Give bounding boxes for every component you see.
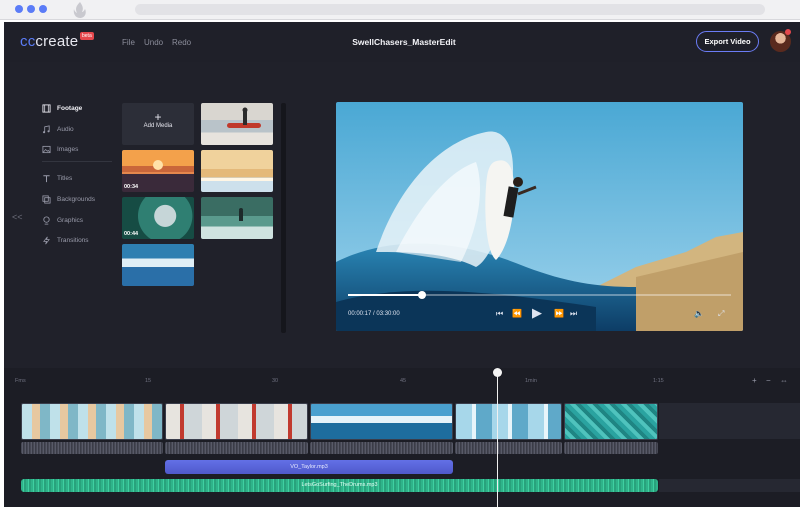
video-clip[interactable] [455, 403, 562, 440]
music-audio-clip[interactable]: LetsGoSurfing_TheDrums.mp3 [21, 479, 658, 492]
video-preview[interactable]: 00:00:17 / 03:30:00 ⏮ ⏪ ▶ ⏩ ⏭ 🔈 ⤢ [336, 102, 743, 331]
fullscreen-icon[interactable]: ⤢ [718, 309, 724, 319]
clip-audio-waveform[interactable] [564, 442, 658, 454]
fit-timeline-button[interactable]: ⇔ [780, 376, 788, 385]
notification-dot [785, 29, 791, 35]
sidebar-item-transitions[interactable]: Transitions [42, 233, 89, 247]
window-dot-icon[interactable] [39, 5, 47, 13]
playhead-handle[interactable] [493, 368, 502, 377]
playhead-line[interactable] [497, 370, 498, 507]
sidebar-item-label: Images [57, 145, 79, 153]
browser-chrome [0, 0, 800, 20]
add-media-button[interactable]: + Add Media [122, 103, 194, 145]
menu-redo[interactable]: Redo [172, 38, 191, 47]
sidebar-item-label: Footage [57, 104, 83, 112]
sidebar-item-label: Audio [57, 125, 74, 133]
clip-duration: 00:34 [124, 184, 139, 190]
ruler-label: 1:15 [653, 378, 664, 384]
media-thumbnail[interactable]: 00:44 [122, 197, 194, 239]
surfing-preview-image [336, 102, 743, 331]
ruler-label: 30 [272, 378, 279, 384]
text-icon [43, 174, 50, 182]
add-media-label: Add Media [143, 123, 173, 129]
media-thumbnail[interactable]: 00:34 [122, 150, 194, 192]
volume-icon[interactable]: 🔈 [694, 309, 704, 318]
zoom-in-button[interactable]: + [752, 376, 757, 385]
rewind-icon[interactable]: ⏪ [512, 309, 522, 318]
skip-forward-icon[interactable]: ⏭ [570, 309, 577, 319]
sidebar-item-label: Titles [57, 174, 73, 182]
window-dot-icon[interactable] [27, 5, 35, 13]
editor-app: cccreate beta File Undo Redo SwellChaser… [4, 22, 800, 507]
address-bar[interactable] [135, 4, 765, 15]
video-clip[interactable] [165, 403, 308, 440]
fast-forward-icon[interactable]: ⏩ [554, 309, 564, 318]
logo-suffix: create [35, 33, 79, 50]
menu-file[interactable]: File [122, 38, 135, 47]
music-note-icon [42, 124, 50, 133]
shapes-icon [43, 215, 50, 225]
layers-icon [42, 194, 51, 204]
media-thumbnail[interactable] [122, 244, 194, 286]
video-progress-fill [348, 294, 421, 296]
media-thumbnail[interactable] [201, 103, 273, 145]
collapse-sidebar-button[interactable]: << [12, 212, 23, 222]
lightning-icon [43, 236, 50, 244]
surfer-thumbnail-image [239, 208, 243, 221]
video-clip[interactable] [564, 403, 658, 440]
clip-audio-waveform[interactable] [310, 442, 453, 454]
music-track-empty [659, 479, 800, 492]
sidebar-item-label: Backgrounds [57, 195, 95, 203]
video-clip[interactable] [310, 403, 453, 440]
voiceover-audio-clip[interactable]: VO_Taylor.mp3 [165, 460, 453, 474]
video-track-empty [659, 403, 800, 439]
ruler-label: 15 [145, 378, 152, 384]
sidebar-item-label: Transitions [57, 236, 89, 244]
sidebar-item-footage[interactable]: Footage [42, 101, 82, 115]
video-timecode: 00:00:17 / 03:30:00 [348, 311, 400, 317]
clip-audio-waveform[interactable] [21, 442, 163, 454]
beta-badge: beta [80, 32, 94, 40]
clip-duration: 00:44 [124, 231, 139, 237]
top-bar: cccreate beta File Undo Redo SwellChaser… [4, 22, 800, 62]
video-clip[interactable] [21, 403, 163, 440]
sidebar-item-label: Graphics [57, 216, 84, 224]
app-logo[interactable]: cccreate [20, 33, 78, 50]
ruler-label: 1min [525, 378, 537, 384]
clip-audio-waveform[interactable] [455, 442, 562, 454]
media-thumbnail[interactable] [201, 150, 273, 192]
zoom-out-button[interactable]: − [766, 376, 771, 385]
export-video-button[interactable]: Export Video [696, 31, 759, 52]
film-icon [42, 103, 51, 113]
plus-icon: + [154, 110, 162, 124]
logo-prefix: cc [20, 33, 36, 50]
ruler-label: 45 [400, 378, 407, 384]
watermark-logo-icon [73, 2, 86, 18]
media-thumbnail[interactable] [201, 197, 273, 239]
menu-undo[interactable]: Undo [144, 38, 163, 47]
ruler-label: Fms [15, 378, 26, 384]
image-icon [42, 145, 51, 153]
media-scrollbar[interactable] [281, 103, 286, 333]
beach-thumbnail-image [201, 178, 273, 181]
window-dot-icon[interactable] [15, 5, 23, 13]
sidebar-item-images[interactable]: Images [42, 142, 78, 156]
sidebar-item-titles[interactable]: Titles [42, 171, 72, 185]
sidebar-divider [42, 161, 112, 162]
sidebar-item-backgrounds[interactable]: Backgrounds [42, 192, 95, 206]
play-icon[interactable]: ▶ [532, 305, 542, 321]
sidebar-item-audio[interactable]: Audio [42, 122, 74, 136]
clip-audio-waveform[interactable] [165, 442, 308, 454]
project-title[interactable]: SwellChasers_MasterEdit [334, 37, 474, 47]
sidebar-item-graphics[interactable]: Graphics [42, 213, 83, 227]
surfer-board-thumbnail-image [227, 107, 261, 128]
video-scrubber[interactable] [418, 291, 426, 299]
skip-back-icon[interactable]: ⏮ [496, 309, 503, 319]
